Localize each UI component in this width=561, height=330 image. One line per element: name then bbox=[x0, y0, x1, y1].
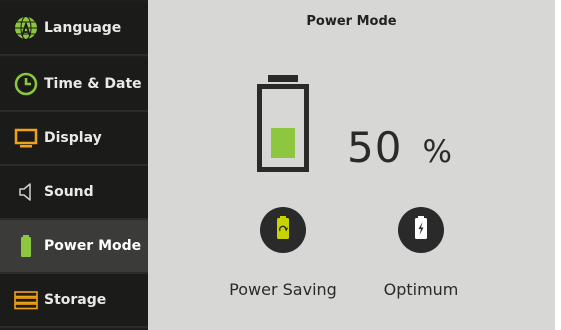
clock-icon bbox=[13, 71, 39, 97]
sidebar-item-sound[interactable]: Sound bbox=[0, 166, 148, 220]
sidebar-item-label: Language bbox=[44, 20, 122, 36]
battery-level-indicator bbox=[257, 84, 309, 172]
battery-icon bbox=[13, 233, 39, 259]
bolt-battery-icon bbox=[410, 215, 432, 245]
recycle-battery-icon bbox=[272, 215, 294, 245]
sidebar-item-label: Time & Date bbox=[44, 76, 142, 92]
optimum-button[interactable] bbox=[398, 207, 444, 253]
storage-icon bbox=[13, 287, 39, 313]
globe-icon bbox=[13, 15, 39, 41]
power-mode-panel: Power Mode 50 % Power Saving Optimum bbox=[148, 0, 555, 330]
sidebar-item-language[interactable]: Language bbox=[0, 2, 148, 56]
sidebar-item-label: Sound bbox=[44, 184, 94, 200]
sidebar-item-display[interactable]: Display bbox=[0, 112, 148, 166]
battery-percentage: 50 % bbox=[347, 123, 452, 172]
sidebar: Language Time & Date Display Sound Power… bbox=[0, 0, 148, 330]
sidebar-item-storage[interactable]: Storage bbox=[0, 274, 148, 328]
battery-cap bbox=[268, 75, 298, 82]
speaker-icon bbox=[13, 179, 39, 205]
monitor-icon bbox=[13, 125, 39, 151]
battery-fill bbox=[271, 128, 295, 158]
power-saving-label[interactable]: Power Saving bbox=[213, 280, 353, 299]
sidebar-item-power-mode[interactable]: Power Mode bbox=[0, 220, 148, 274]
battery-percentage-value: 50 bbox=[347, 123, 403, 172]
sidebar-item-label: Power Mode bbox=[44, 238, 142, 254]
frame-edge bbox=[555, 0, 561, 330]
page-title: Power Mode bbox=[306, 14, 397, 29]
optimum-label[interactable]: Optimum bbox=[351, 280, 491, 299]
battery-percentage-unit: % bbox=[422, 134, 452, 170]
sidebar-item-time-date[interactable]: Time & Date bbox=[0, 58, 148, 112]
sidebar-item-label: Display bbox=[44, 130, 102, 146]
power-saving-button[interactable] bbox=[260, 207, 306, 253]
sidebar-item-label: Storage bbox=[44, 292, 107, 308]
